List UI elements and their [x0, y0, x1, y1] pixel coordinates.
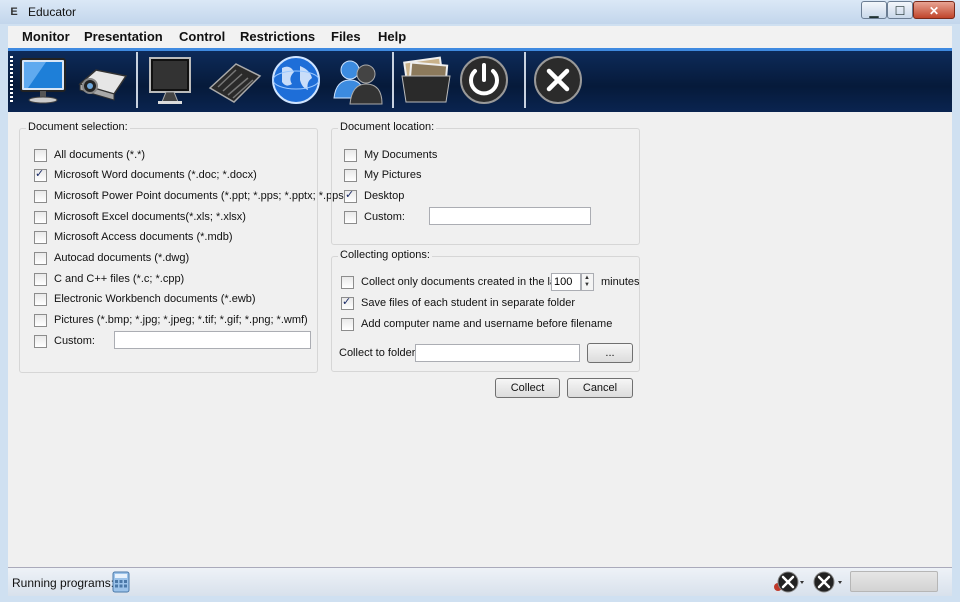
checkbox[interactable] [34, 167, 47, 182]
minutes-label: minutes [601, 276, 640, 288]
close-window-button[interactable]: ✕ [913, 1, 955, 19]
menu-presentation[interactable]: Presentation [84, 29, 163, 44]
checkbox[interactable] [34, 230, 47, 244]
doc-type-word[interactable]: Microsoft Word documents (*.doc; *.docx) [34, 167, 257, 183]
checkbox[interactable] [344, 148, 357, 162]
location-custom[interactable]: Custom: [344, 209, 405, 225]
menu-files[interactable]: Files [331, 29, 361, 44]
doc-type-c-cpp[interactable]: C and C++ files (*.c; *.cpp) [34, 271, 184, 287]
doc-type-powerpoint[interactable]: Microsoft Power Point documents (*.ppt; … [34, 188, 353, 204]
collecting-options-group: Collecting options: Collect only documen… [331, 249, 640, 372]
checkbox[interactable] [344, 168, 357, 182]
content-area: Document selection: All documents (*.*) … [8, 112, 952, 567]
projector-icon[interactable] [74, 54, 130, 106]
browse-folder-button[interactable]: ... [587, 343, 633, 363]
menu-help[interactable]: Help [378, 29, 406, 44]
checkbox[interactable] [341, 295, 354, 310]
user-disconnect-icon[interactable] [772, 571, 806, 598]
power-icon[interactable] [456, 54, 512, 106]
toolbar-separator [524, 52, 526, 108]
checkbox[interactable] [34, 251, 47, 265]
calculator-icon[interactable] [112, 571, 130, 598]
toolbar [8, 48, 952, 112]
doc-type-excel[interactable]: Microsoft Excel documents(*.xls; *.xlsx) [34, 209, 246, 225]
minutes-spinner[interactable]: ▲ ▼ [581, 273, 594, 291]
checkbox[interactable] [34, 189, 47, 203]
option-add-name[interactable]: Add computer name and username before fi… [341, 316, 612, 332]
doc-type-ewb[interactable]: Electronic Workbench documents (*.ewb) [34, 291, 256, 307]
window-title: Educator [28, 5, 77, 19]
checkbox[interactable] [341, 317, 354, 331]
doc-type-autocad[interactable]: Autocad documents (*.dwg) [34, 250, 189, 266]
checkbox[interactable] [34, 210, 47, 224]
keyboard-icon[interactable] [206, 54, 262, 106]
app-icon: E [10, 6, 18, 18]
location-my-documents[interactable]: My Documents [344, 147, 437, 163]
checkbox[interactable] [34, 272, 47, 286]
option-separate-folder[interactable]: Save files of each student in separate f… [341, 295, 575, 311]
menu-bar: Monitor Presentation Control Restriction… [8, 26, 952, 49]
minutes-input[interactable] [551, 273, 581, 291]
running-programs-label: Running programs: [12, 576, 115, 590]
spinner-down-icon[interactable]: ▼ [584, 282, 590, 289]
document-selection-group: Document selection: All documents (*.*) … [19, 121, 353, 373]
checkbox[interactable] [341, 275, 354, 289]
checkbox[interactable] [34, 148, 47, 162]
menu-monitor[interactable]: Monitor [22, 29, 70, 44]
spinner-up-icon[interactable]: ▲ [584, 275, 590, 282]
collect-button[interactable]: Collect [495, 378, 560, 398]
collect-folder-input[interactable] [415, 344, 580, 362]
doc-type-access[interactable]: Microsoft Access documents (*.mdb) [34, 229, 233, 245]
doc-type-pictures[interactable]: Pictures (*.bmp; *.jpg; *.jpeg; *.tif; *… [34, 312, 308, 328]
app-window: E Educator ▁ ☐ ✕ Monitor Presentation Co… [0, 0, 960, 602]
checkbox[interactable] [34, 334, 47, 348]
checkbox[interactable] [344, 210, 357, 224]
checkbox[interactable] [34, 313, 47, 327]
toolbar-separator [392, 52, 394, 108]
monitor-icon[interactable] [16, 54, 72, 106]
collect-folder-label: Collect to folder: [339, 347, 419, 359]
globe-icon[interactable] [268, 54, 324, 106]
checkbox[interactable] [344, 188, 357, 203]
location-desktop[interactable]: Desktop [344, 188, 404, 204]
checkbox[interactable] [34, 292, 47, 306]
screen-icon[interactable] [144, 54, 200, 106]
progress-bar [850, 571, 938, 592]
close-dropdown-icon[interactable] [812, 571, 846, 598]
doc-type-all[interactable]: All documents (*.*) [34, 147, 145, 163]
toolbar-highlight [8, 48, 952, 51]
maximize-button[interactable]: ☐ [887, 1, 913, 19]
toolbar-grip[interactable] [10, 56, 13, 104]
cancel-button[interactable]: Cancel [567, 378, 633, 398]
minimize-button[interactable]: ▁ [861, 1, 887, 19]
collecting-options-title: Collecting options: [338, 249, 432, 261]
close-circle-icon[interactable] [530, 54, 586, 106]
menu-control[interactable]: Control [179, 29, 225, 44]
document-selection-title: Document selection: [26, 121, 130, 133]
menu-restrictions[interactable]: Restrictions [240, 29, 315, 44]
users-icon[interactable] [330, 54, 386, 106]
document-location-group: Document location: My Documents My Pictu… [331, 121, 640, 245]
doc-type-custom-input[interactable] [114, 331, 311, 349]
location-my-pictures[interactable]: My Pictures [344, 167, 421, 183]
status-bar: Running programs: [8, 567, 952, 596]
toolbar-separator [136, 52, 138, 108]
option-only-recent[interactable]: Collect only documents created in the la… [341, 274, 568, 290]
document-location-title: Document location: [338, 121, 437, 133]
photos-folder-icon[interactable] [398, 54, 454, 106]
location-custom-input[interactable] [429, 207, 591, 225]
doc-type-custom[interactable]: Custom: [34, 333, 95, 349]
title-bar: E Educator ▁ ☐ ✕ [0, 0, 960, 24]
